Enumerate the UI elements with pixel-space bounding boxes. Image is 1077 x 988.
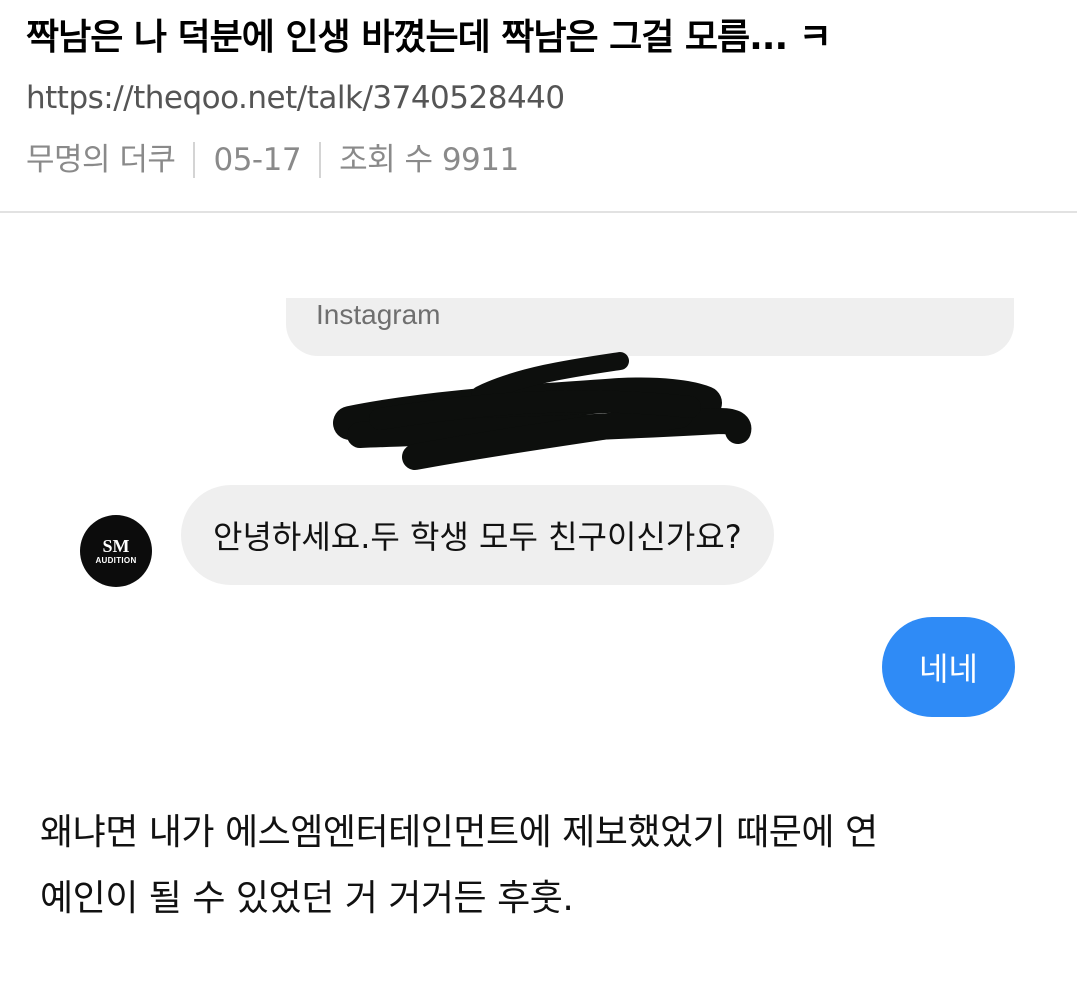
sm-audition-avatar: SM AUDITION	[80, 515, 152, 587]
post-body-line: 왜냐면 내가 에스엠엔터테인먼트에 제보했었기 때문에 연	[40, 812, 878, 853]
avatar-caption: AUDITION	[95, 556, 137, 565]
meta-divider	[319, 142, 322, 178]
post-meta: 무명의 더쿠 05-17 조회 수 9911	[26, 138, 519, 182]
post-title: 짝남은 나 덕분에 인생 바꼈는데 짝남은 그걸 모름... ㅋ	[26, 17, 832, 58]
incoming-message-bubble: 안녕하세요.두 학생 모두 친구이신가요?	[181, 485, 774, 585]
instagram-label: Instagram	[316, 299, 441, 330]
redaction-scribble	[333, 352, 752, 470]
avatar-logo: SM	[102, 536, 130, 556]
post-date: 05-17	[213, 142, 302, 178]
view-count: 조회 수 9911	[339, 142, 519, 178]
post-header: 짝남은 나 덕분에 인생 바꼈는데 짝남은 그걸 모름... ㅋ https:/…	[0, 0, 1077, 213]
dm-screenshot-image: Instagram SM AUDITION 안녕하세요.두 학생 모두 친구이신…	[0, 215, 1077, 755]
meta-divider	[193, 142, 196, 178]
post-body-line: 예인이 될 수 있었던 거 거거든 후훗.	[40, 878, 574, 919]
post-url-link[interactable]: https://theqoo.net/talk/3740528440	[26, 78, 565, 118]
post-body: 왜냐면 내가 에스엠엔터테인먼트에 제보했었기 때문에 연 예인이 될 수 있었…	[40, 800, 1050, 932]
outgoing-message-bubble: 네네	[882, 617, 1015, 717]
author-name: 무명의 더쿠	[26, 142, 176, 178]
